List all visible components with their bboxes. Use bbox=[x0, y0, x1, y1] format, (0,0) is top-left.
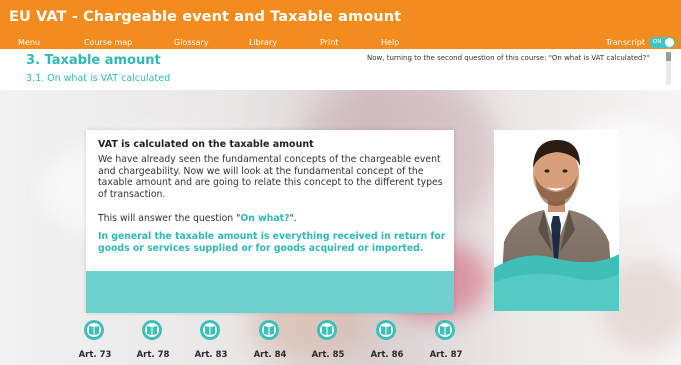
card-title: VAT is calculated on the taxable amount bbox=[98, 139, 314, 150]
title-bar: EU VAT - Chargeable event and Taxable am… bbox=[0, 0, 681, 36]
article-label: Art. 87 bbox=[429, 350, 463, 360]
transcript-text: Now, turning to the second question of t… bbox=[367, 54, 650, 62]
subsection-title: 3.1. On what is VAT calculated bbox=[26, 73, 171, 84]
article-button-84[interactable]: Art. 84 bbox=[250, 320, 290, 362]
presenter-portrait bbox=[494, 130, 619, 311]
book-icon bbox=[84, 320, 104, 340]
article-label: Art. 84 bbox=[253, 350, 287, 360]
article-button-83[interactable]: Art. 83 bbox=[191, 320, 231, 362]
library-button[interactable]: Library bbox=[249, 37, 277, 48]
article-button-78[interactable]: Art. 78 bbox=[133, 320, 173, 362]
article-button-86[interactable]: Art. 86 bbox=[367, 320, 407, 362]
article-button-73[interactable]: Art. 73 bbox=[75, 320, 115, 362]
glossary-button[interactable]: Glossary bbox=[174, 37, 209, 48]
toggle-knob bbox=[665, 38, 674, 47]
question-suffix: ". bbox=[289, 213, 297, 224]
article-label: Art. 86 bbox=[370, 350, 404, 360]
book-icon bbox=[317, 320, 337, 340]
book-icon bbox=[142, 320, 162, 340]
card-highlight: In general the taxable amount is everyth… bbox=[98, 231, 446, 254]
scrollbar-thumb[interactable] bbox=[666, 52, 671, 61]
transcript-label: Transcript bbox=[605, 38, 645, 47]
article-button-85[interactable]: Art. 85 bbox=[308, 320, 348, 362]
section-title: 3. Taxable amount bbox=[26, 53, 161, 68]
course-map-button[interactable]: Course map bbox=[84, 37, 132, 48]
question-prefix: This will answer the question " bbox=[98, 213, 241, 224]
question-highlight: On what? bbox=[240, 213, 290, 224]
article-label: Art. 78 bbox=[136, 350, 170, 360]
menu-bar: Menu Course map Glossary Library Print H… bbox=[0, 36, 681, 49]
card-footer-band bbox=[86, 271, 454, 313]
help-button[interactable]: Help bbox=[381, 37, 399, 48]
print-button[interactable]: Print bbox=[320, 37, 338, 48]
menu-button[interactable]: Menu bbox=[18, 37, 40, 48]
teal-wave-decoration bbox=[494, 254, 619, 311]
toggle-state-label: ON bbox=[653, 39, 662, 45]
book-icon bbox=[376, 320, 396, 340]
article-label: Art. 85 bbox=[311, 350, 345, 360]
article-button-87[interactable]: Art. 87 bbox=[426, 320, 466, 362]
book-icon bbox=[259, 320, 279, 340]
transcript-panel: Now, turning to the second question of t… bbox=[362, 50, 673, 87]
article-label: Art. 83 bbox=[194, 350, 228, 360]
book-icon bbox=[200, 320, 220, 340]
transcript-scrollbar[interactable] bbox=[666, 52, 671, 85]
content-card: VAT is calculated on the taxable amount … bbox=[86, 130, 454, 313]
transcript-toggle[interactable]: ON bbox=[649, 37, 675, 48]
book-icon bbox=[435, 320, 455, 340]
card-paragraph: We have already seen the fundamental con… bbox=[98, 154, 443, 200]
article-label: Art. 73 bbox=[78, 350, 112, 360]
card-question: This will answer the question "On what?"… bbox=[98, 213, 448, 225]
app-title: EU VAT - Chargeable event and Taxable am… bbox=[9, 9, 402, 25]
